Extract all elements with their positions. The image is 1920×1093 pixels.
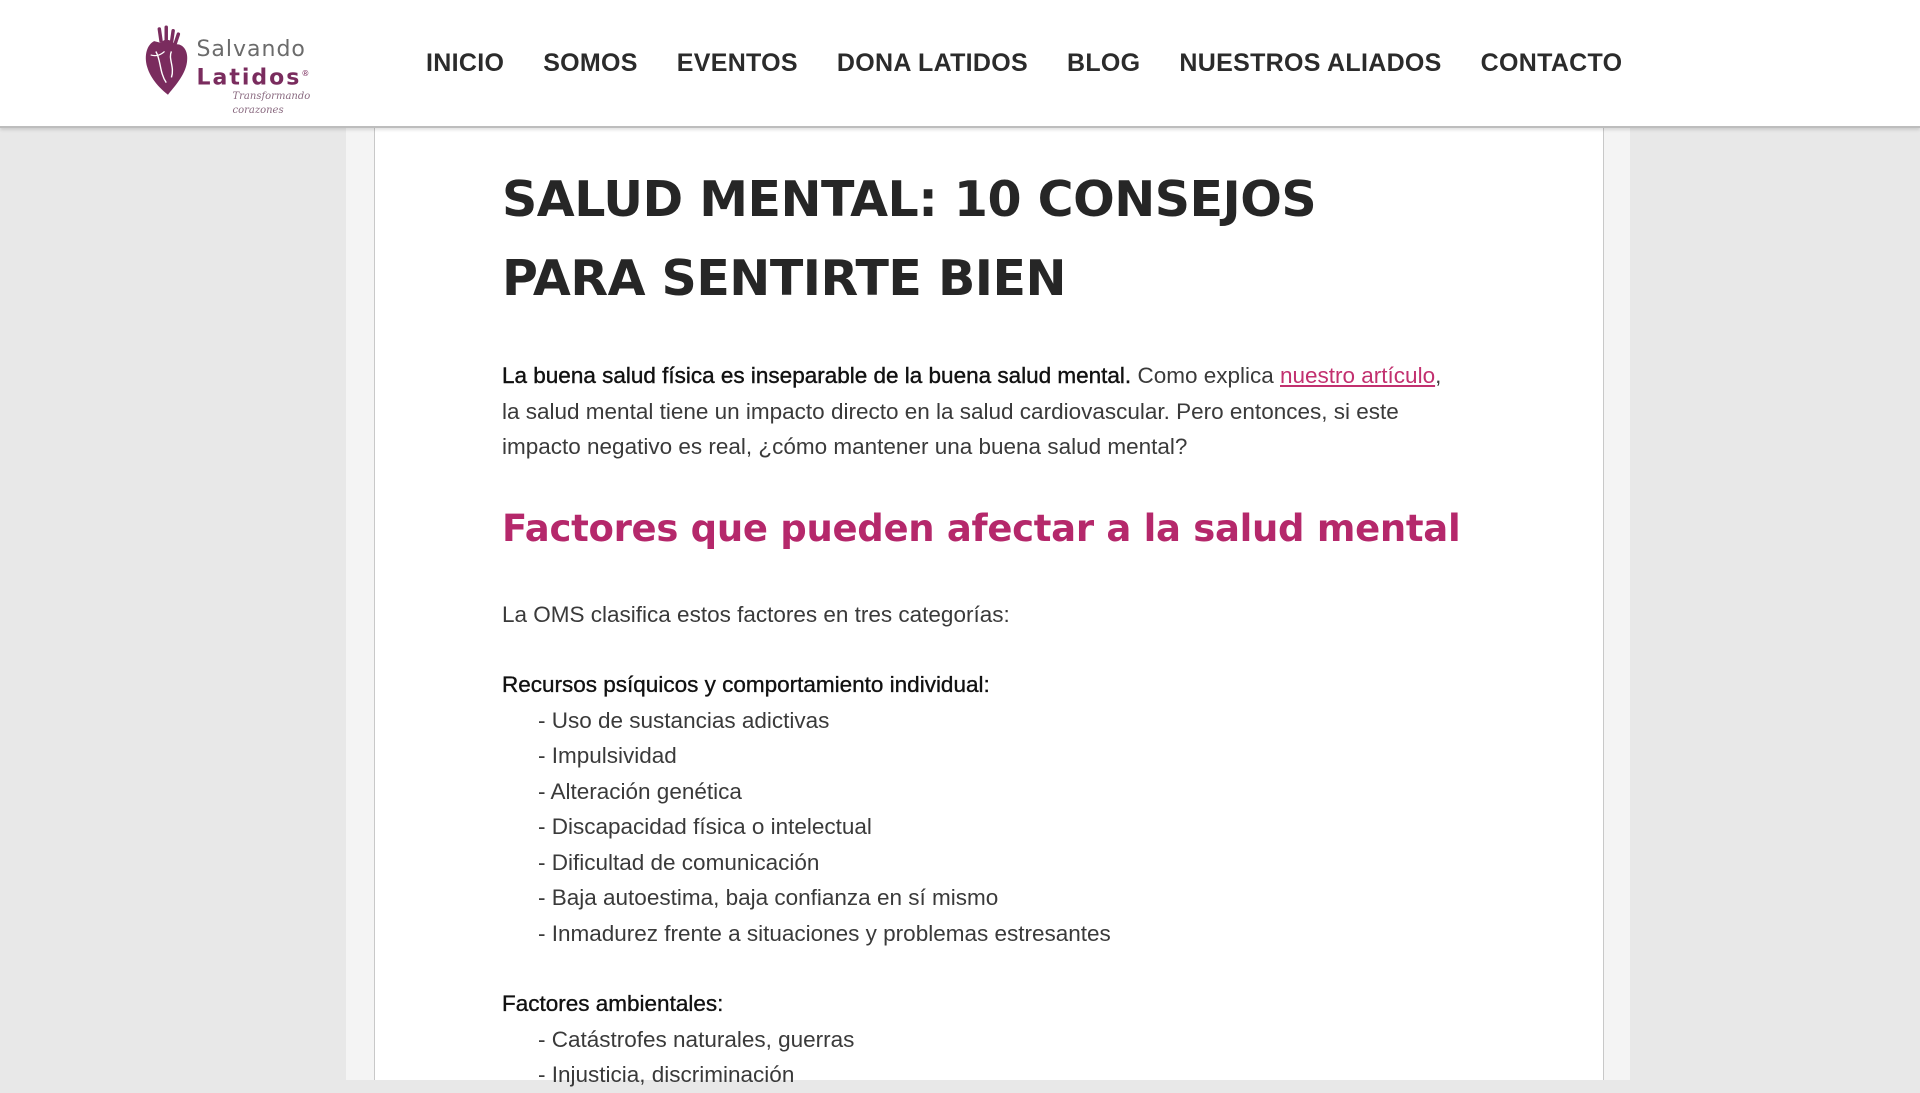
logo-line2-text: Latidos <box>196 65 302 91</box>
nav-item-contacto[interactable]: CONTACTO <box>1481 46 1623 80</box>
heart-logo-icon <box>145 25 188 95</box>
list-item: - Injusticia, discriminación <box>538 1062 795 1087</box>
logo-tagline: Transformando corazones <box>232 91 311 117</box>
group-title-ambientales: Factores ambientales: <box>502 991 724 1016</box>
list-item: - Catástrofes naturales, guerras <box>538 1026 855 1052</box>
nav-item-eventos[interactable]: EVENTOS <box>677 46 798 80</box>
list-item: - Uso de sustancias adictivas <box>538 707 830 733</box>
section-heading: Factores que pueden afectar a la salud m… <box>502 506 1461 550</box>
logo-text: Salvando Latidos® Transformando corazone… <box>196 38 342 118</box>
intro-text-before-link: Como explica <box>1131 363 1280 388</box>
nav-item-blog[interactable]: BLOG <box>1067 46 1140 80</box>
list-item: - Alteración genética <box>538 778 742 804</box>
site-logo[interactable]: Salvando Latidos® Transformando corazone… <box>142 20 342 116</box>
list-item: - Dificultad de comunicación <box>538 849 820 875</box>
list-item: - Inmadurez frente a situaciones y probl… <box>538 920 1111 946</box>
nav-item-dona-latidos[interactable]: DONA LATIDOS <box>837 46 1028 80</box>
article-intro: La buena salud física es inseparable de … <box>502 358 1462 465</box>
list-item: - Impulsividad <box>538 743 677 768</box>
registered-mark: ® <box>301 69 312 78</box>
group-title-recursos: Recursos psíquicos y comportamiento indi… <box>502 672 990 697</box>
nav-item-nuestros-aliados[interactable]: NUESTROS ALIADOS <box>1179 46 1441 80</box>
nav-item-somos[interactable]: SOMOS <box>543 46 638 80</box>
main-nav: INICIO SOMOS EVENTOS DONA LATIDOS BLOG N… <box>426 46 1661 80</box>
intro-bold-text: La buena salud física es inseparable de … <box>502 363 1132 388</box>
nav-item-inicio[interactable]: INICIO <box>426 46 504 80</box>
list-ambientales: - Catástrofes naturales, guerras - Injus… <box>502 1022 1462 1093</box>
logo-line2: Latidos® <box>196 62 342 90</box>
article-title: SALUD MENTAL: 10 CONSEJOS PARA SENTIRTE … <box>502 171 1317 307</box>
list-recursos: - Uso de sustancias adictivas - Impulsiv… <box>502 703 1462 952</box>
site-header: Salvando Latidos® Transformando corazone… <box>0 0 1920 128</box>
logo-line1: Salvando <box>196 37 306 62</box>
article-link[interactable]: nuestro artículo <box>1280 363 1435 388</box>
list-item: - Discapacidad física o intelectual <box>538 814 872 839</box>
list-item: - Baja autoestima, baja confianza en sí … <box>538 885 999 910</box>
section-intro: La OMS clasifica estos factores en tres … <box>502 601 1010 627</box>
article-content: SALUD MENTAL: 10 CONSEJOS PARA SENTIRTE … <box>502 160 1462 1093</box>
